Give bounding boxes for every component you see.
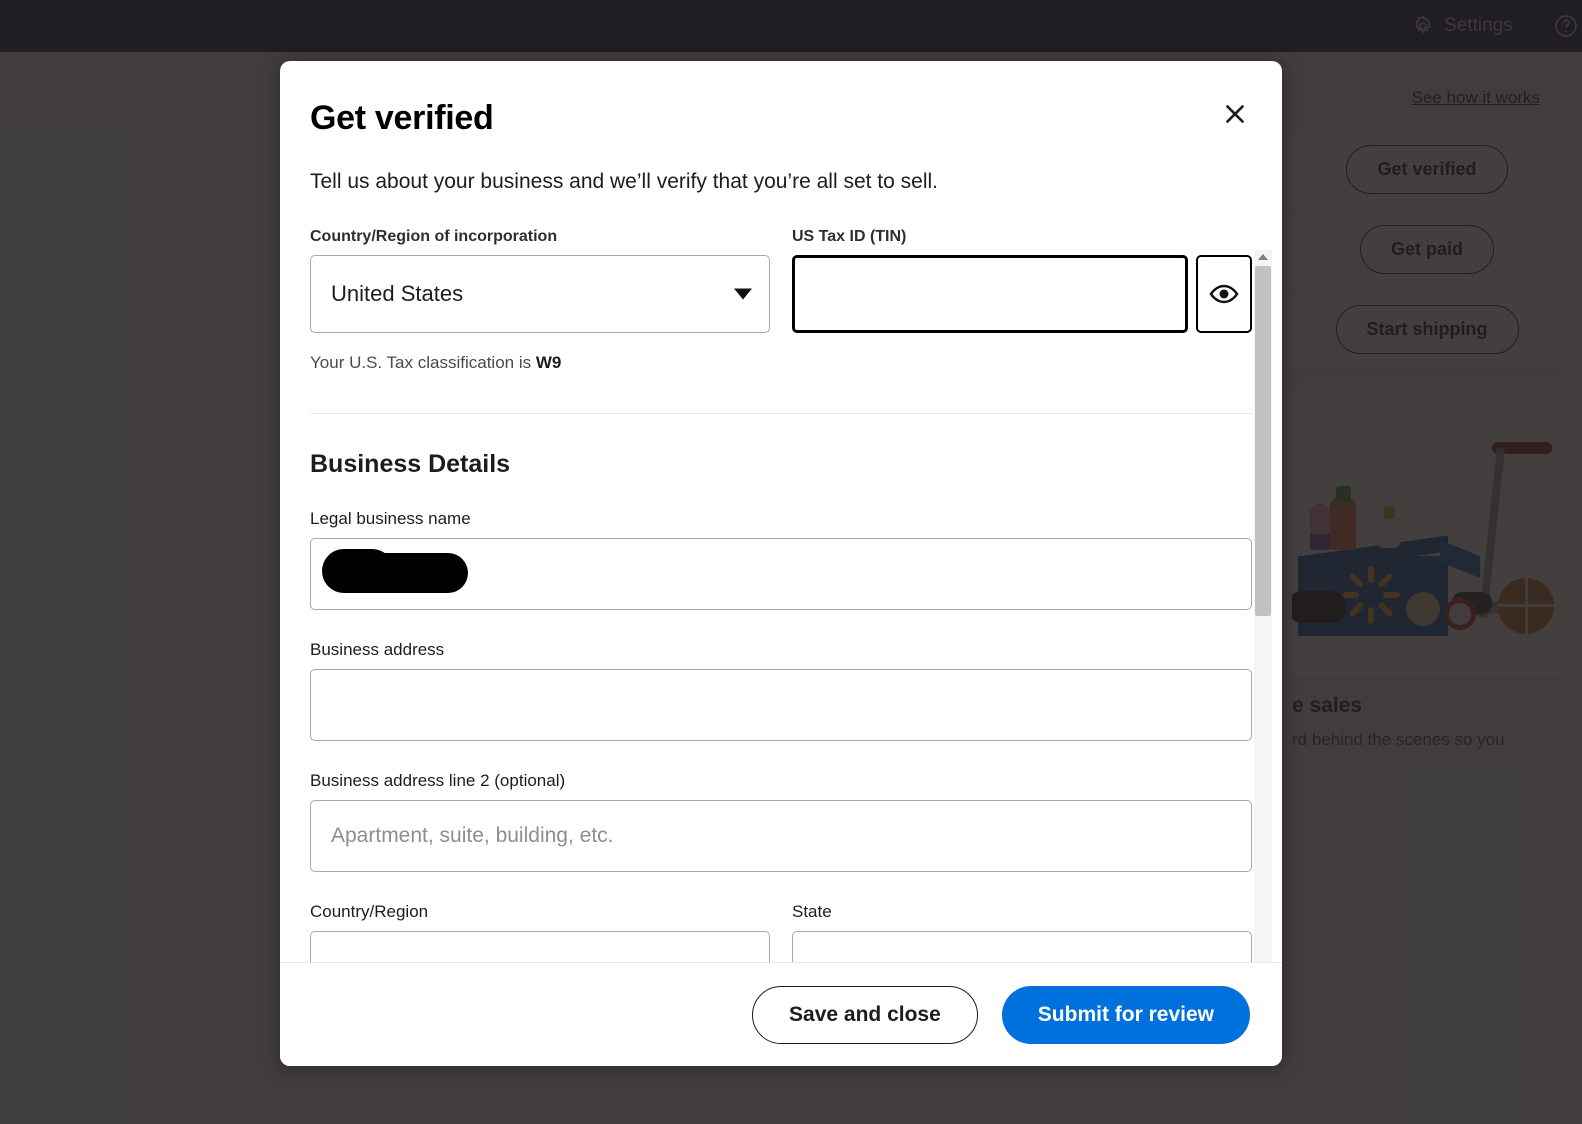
save-and-close-button[interactable]: Save and close [752,985,978,1044]
tax-classification-value: W9 [535,353,562,372]
legal-business-name-field: Legal business name [310,509,1252,610]
state-field: State [792,902,1252,962]
country-region-field: Country/Region [310,902,770,962]
state-label: State [792,902,832,921]
business-address-line2-input[interactable] [310,800,1252,872]
business-address-label: Business address [310,640,445,659]
scroll-up-arrow-icon[interactable] [1254,250,1272,264]
close-button[interactable] [1218,97,1252,131]
tax-id-reveal-button[interactable] [1196,255,1252,333]
country-region-input[interactable] [310,931,770,962]
country-incorporation-select[interactable] [310,255,770,333]
scrollbar-thumb[interactable] [1255,266,1271,616]
tax-id-input[interactable] [792,255,1188,333]
page-root: See how it works Get verified Get paid S… [0,0,1582,1124]
state-input[interactable] [792,931,1252,962]
modal-intro-text: Tell us about your business and we’ll ve… [310,170,938,193]
close-icon [1226,105,1244,123]
business-address-field: Business address [310,640,1252,741]
business-address-line2-field: Business address line 2 (optional) [310,771,1252,872]
modal-title: Get verified [310,99,494,137]
eye-icon [1209,284,1239,304]
section-divider [310,413,1252,414]
submit-for-review-button[interactable]: Submit for review [1001,985,1250,1044]
business-details-heading: Business Details [310,450,511,478]
redaction-mark [322,549,468,593]
tax-id-field: US Tax ID (TIN) [792,228,1252,333]
country-state-row: Country/Region State [310,902,1252,962]
incorporation-row: Country/Region of incorporation US Tax I… [310,228,1252,333]
country-incorporation-label: Country/Region of incorporation [310,228,558,245]
country-incorporation-field: Country/Region of incorporation [310,228,770,333]
business-address-line2-label: Business address line 2 (optional) [310,771,566,790]
modal-scrollbar[interactable] [1254,250,1272,962]
tax-classification-prefix: Your U.S. Tax classification is [310,353,532,372]
get-verified-modal: Get verified Tell us about your business… [280,61,1282,1066]
modal-header: Get verified [280,61,1282,138]
legal-business-name-label: Legal business name [310,509,471,528]
modal-scroll-area: Tell us about your business and we’ll ve… [280,138,1282,962]
tax-classification-helper: Your U.S. Tax classification is W9 [310,353,1252,373]
modal-footer: Save and close Submit for review [280,962,1282,1066]
tax-id-label: US Tax ID (TIN) [792,228,907,245]
business-address-input[interactable] [310,669,1252,741]
country-region-label: Country/Region [310,902,429,921]
